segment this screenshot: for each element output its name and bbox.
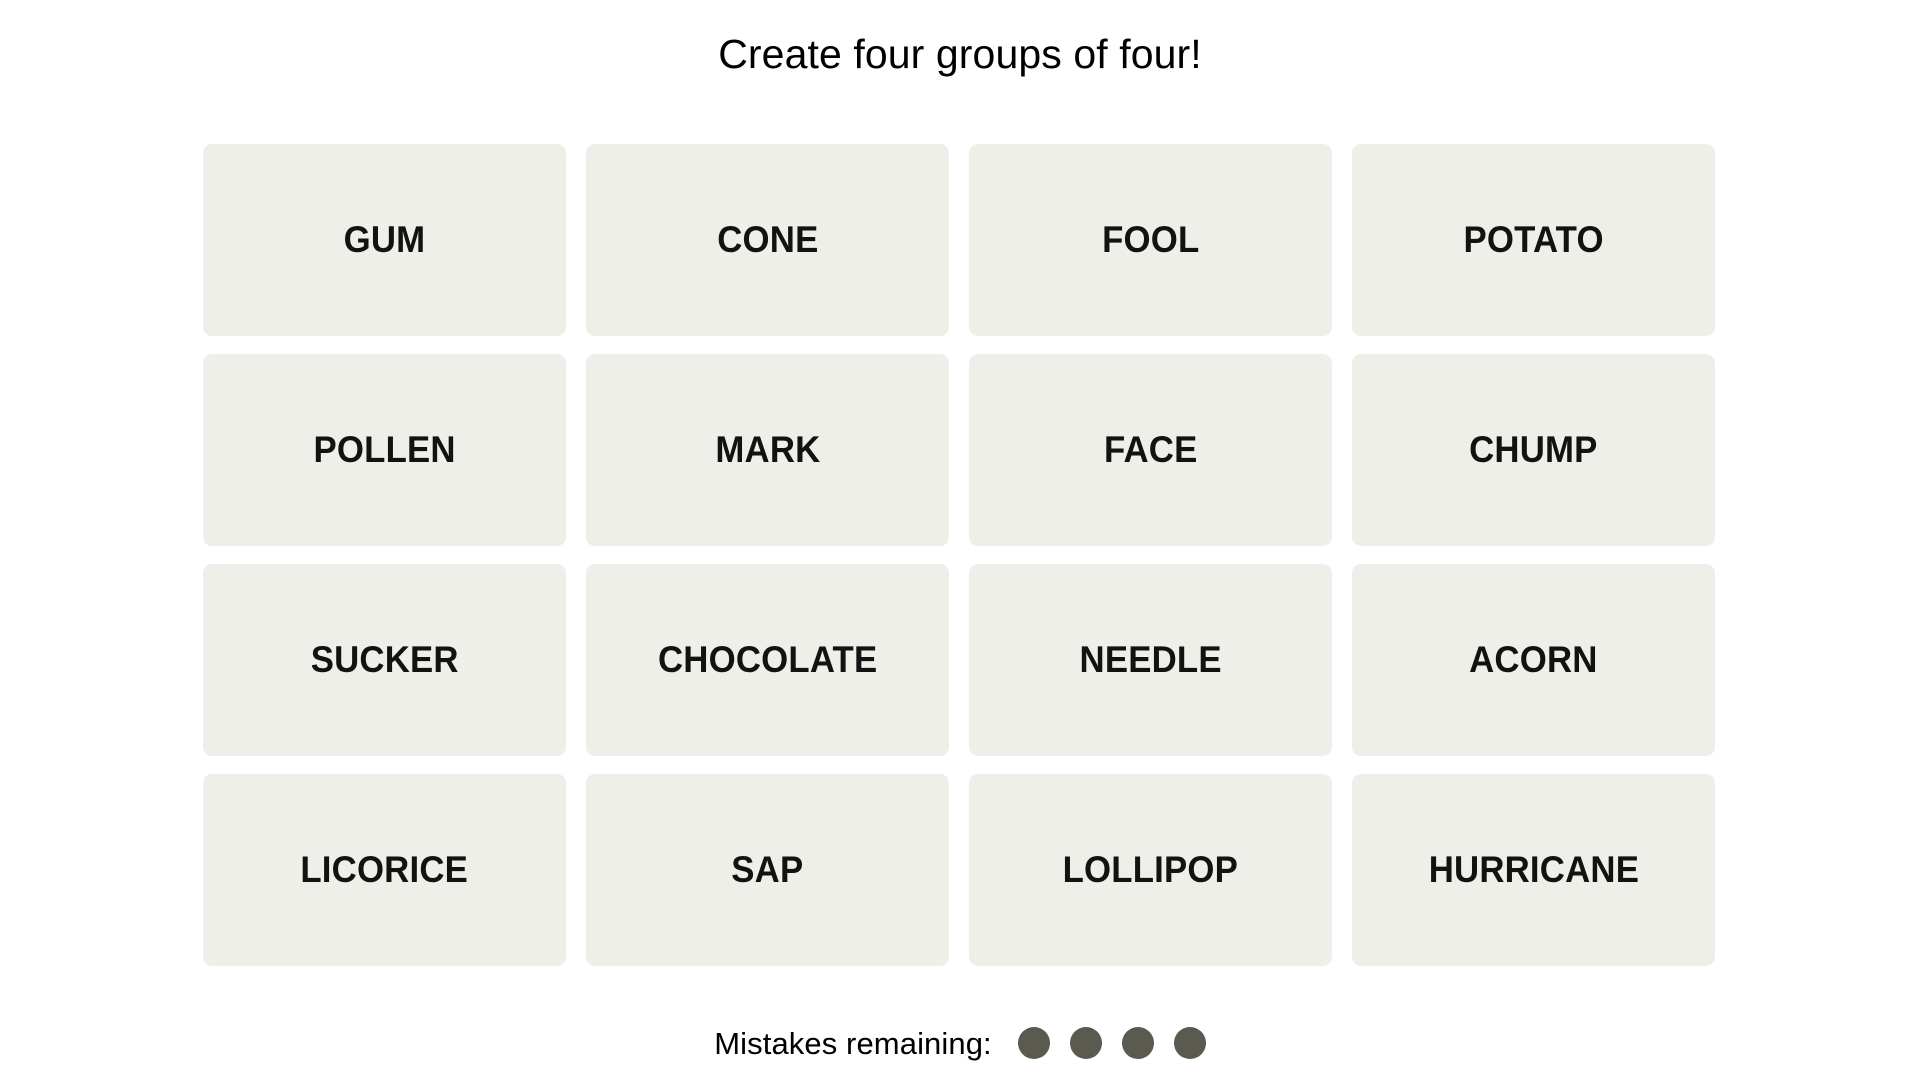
word-tile-label: NEEDLE (1079, 639, 1222, 680)
word-tile-sucker[interactable]: SUCKER (203, 564, 566, 756)
word-tile-label: CHOCOLATE (657, 639, 878, 680)
word-tile-pollen[interactable]: POLLEN (203, 354, 566, 546)
word-tile-label: HURRICANE (1428, 849, 1639, 890)
word-tile-label: POTATO (1463, 219, 1604, 260)
word-tile-lollipop[interactable]: LOLLIPOP (969, 774, 1332, 966)
mistakes-remaining-label: Mistakes remaining: (714, 1025, 992, 1061)
word-tile-label: LICORICE (300, 849, 469, 890)
word-tile-mark[interactable]: MARK (586, 354, 949, 546)
word-tile-cone[interactable]: CONE (586, 144, 949, 336)
word-tile-hurricane[interactable]: HURRICANE (1352, 774, 1715, 966)
page-title: Create four groups of four! (718, 31, 1202, 77)
word-tile-label: SAP (731, 849, 804, 890)
mistake-dot-2 (1069, 1027, 1102, 1059)
word-tile-label: FACE (1103, 429, 1198, 470)
word-tile-label: SUCKER (310, 639, 459, 680)
word-tile-needle[interactable]: NEEDLE (969, 564, 1332, 756)
word-grid: GUM CONE FOOL POTATO POLLEN MARK FACE CH… (203, 144, 1715, 966)
word-tile-label: CHUMP (1469, 429, 1598, 470)
word-tile-label: CONE (716, 219, 819, 260)
word-tile-licorice[interactable]: LICORICE (203, 774, 566, 966)
word-tile-potato[interactable]: POTATO (1352, 144, 1715, 336)
word-tile-chump[interactable]: CHUMP (1352, 354, 1715, 546)
word-tile-label: MARK (714, 429, 821, 470)
mistakes-remaining-row: Mistakes remaining: (0, 1027, 1920, 1059)
word-tile-acorn[interactable]: ACORN (1352, 564, 1715, 756)
mistakes-dot-group (1017, 1027, 1206, 1059)
mistake-dot-3 (1121, 1027, 1154, 1059)
word-tile-face[interactable]: FACE (969, 354, 1332, 546)
connections-game-screen: Create four groups of four! GUM CONE FOO… (0, 0, 1920, 1080)
word-tile-label: POLLEN (313, 429, 456, 470)
mistake-dot-4 (1173, 1027, 1206, 1059)
word-tile-fool[interactable]: FOOL (969, 144, 1332, 336)
word-tile-label: GUM (343, 219, 426, 260)
word-tile-chocolate[interactable]: CHOCOLATE (586, 564, 949, 756)
word-tile-label: LOLLIPOP (1062, 849, 1239, 890)
mistake-dot-1 (1017, 1027, 1050, 1059)
word-tile-gum[interactable]: GUM (203, 144, 566, 336)
word-tile-label: FOOL (1101, 219, 1200, 260)
word-tile-label: ACORN (1469, 639, 1598, 680)
word-tile-sap[interactable]: SAP (586, 774, 949, 966)
